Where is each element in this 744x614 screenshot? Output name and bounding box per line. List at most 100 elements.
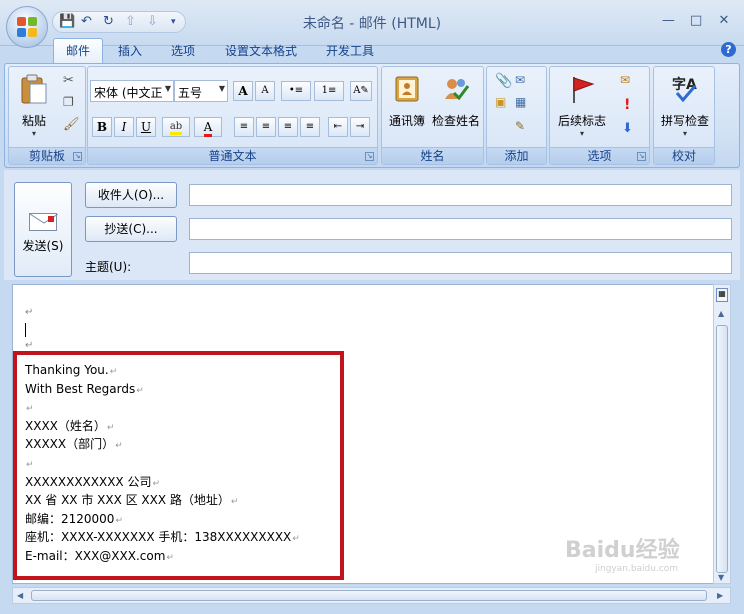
high-importance-icon[interactable]: ! — [624, 97, 640, 113]
window-title: 未命名 - 邮件 (HTML) — [302, 16, 442, 32]
address-book-icon — [395, 76, 419, 102]
group-names: 通讯簿 检查姓名 姓名 — [381, 66, 484, 165]
group-label-options: 选项 — [550, 147, 649, 164]
signature-line: With Best Regards↵ — [25, 381, 144, 396]
cc-button[interactable]: 抄送(C)... — [85, 216, 177, 242]
italic-button[interactable]: I — [114, 117, 134, 137]
subject-input[interactable] — [189, 252, 732, 274]
group-options: 后续标志 ▾ ✉ ! ⬇ 选项 ↘ — [549, 66, 650, 165]
paste-button[interactable]: 粘贴 ▾ — [15, 73, 53, 138]
bullets-button[interactable]: •≡ — [281, 81, 311, 101]
signature-highlight-box: Thanking You.↵ With Best Regards↵ ↵ XXXX… — [13, 351, 344, 580]
numbering-button[interactable]: 1≡ — [314, 81, 344, 101]
chevron-down-icon: ▼ — [218, 84, 225, 93]
subject-label: 主题(U): — [85, 260, 132, 274]
clipboard-launcher-icon[interactable]: ↘ — [73, 152, 82, 161]
group-proofing: 字A 拼写检查 ▾ 校对 — [653, 66, 715, 165]
low-importance-icon[interactable]: ⬇ — [622, 121, 638, 137]
vertical-scrollbar[interactable]: ▦ ▲ ▼ — [713, 284, 731, 584]
options-launcher-icon[interactable]: ↘ — [637, 152, 646, 161]
signature-line: 邮编：2120000↵ — [25, 511, 123, 526]
send-label: 发送(S) — [22, 239, 64, 253]
group-clipboard: 粘贴 ▾ ✂ ❐ 🖌 剪贴板 ↘ — [8, 66, 86, 165]
signature-icon[interactable]: ✎ — [515, 119, 531, 135]
ribbon: 粘贴 ▾ ✂ ❐ 🖌 剪贴板 ↘ 宋体 (中文正 ▼ 五号 ▼ A A •≡ 1… — [4, 63, 740, 168]
baidu-watermark: Baidu经验 jingyan.baidu.com — [565, 538, 680, 574]
spelling-check-icon: 字A — [672, 76, 697, 103]
spelling-label: 拼写检查 — [660, 114, 709, 128]
message-header: 发送(S) 收件人(O)... 抄送(C)... 主题(U): — [4, 170, 740, 280]
attach-file-icon[interactable]: 📎 — [495, 73, 512, 89]
grow-font-button[interactable]: A — [233, 81, 253, 101]
follow-up-button[interactable]: 后续标志 ▾ — [554, 73, 610, 138]
office-logo-icon — [17, 17, 37, 37]
help-icon[interactable]: ? — [721, 42, 736, 57]
chevron-down-icon: ▼ — [164, 84, 171, 93]
minimize-icon[interactable]: — — [656, 13, 680, 28]
text-cursor — [25, 323, 26, 337]
office-button[interactable] — [6, 6, 48, 48]
permission-icon[interactable]: ✉ — [620, 73, 636, 89]
window-controls: — □ ✕ — [656, 13, 736, 28]
horizontal-scroll-thumb[interactable] — [31, 590, 707, 601]
spelling-button[interactable]: 字A 拼写检查 ▾ — [656, 73, 714, 138]
copy-icon[interactable]: ❐ — [63, 95, 79, 111]
svg-text:字A: 字A — [672, 76, 697, 93]
signature-line: E-mail：XXX@XXX.com↵ — [25, 548, 174, 563]
justify-icon[interactable]: ≡ — [300, 117, 320, 137]
to-input[interactable] — [189, 184, 732, 206]
font-color-button[interactable]: A — [194, 117, 222, 137]
attach-item-icon[interactable]: ✉ — [515, 73, 531, 89]
tab-format-text[interactable]: 设置文本格式 — [225, 42, 297, 59]
align-center-icon[interactable]: ≡ — [256, 117, 276, 137]
font-size-combo[interactable]: 五号 ▼ — [174, 80, 228, 102]
styles-icon[interactable]: A✎ — [350, 81, 372, 101]
tab-insert[interactable]: 插入 — [118, 42, 142, 59]
underline-button[interactable]: U — [136, 117, 156, 137]
paste-icon — [21, 74, 47, 104]
business-card-icon[interactable]: ▣ — [495, 95, 511, 111]
flag-icon — [573, 77, 595, 103]
scroll-down-icon[interactable]: ▼ — [718, 573, 724, 582]
horizontal-scrollbar[interactable]: ◀ ▶ — [12, 587, 731, 604]
tab-developer[interactable]: 开发工具 — [326, 42, 374, 59]
scroll-left-icon[interactable]: ◀ — [17, 591, 23, 600]
shrink-font-button[interactable]: A — [255, 81, 275, 101]
signature-line: ↵ — [26, 404, 34, 415]
cut-icon[interactable]: ✂ — [63, 73, 79, 89]
signature-line: 座机：XXXX-XXXXXXX 手机：138XXXXXXXXX↵ — [25, 530, 300, 545]
align-left-icon[interactable]: ≡ — [234, 117, 254, 137]
vertical-scroll-thumb[interactable] — [716, 325, 728, 573]
format-painter-icon[interactable]: 🖌 — [63, 117, 80, 133]
calendar-icon[interactable]: ▦ — [515, 95, 531, 111]
decrease-indent-icon[interactable]: ⇤ — [328, 117, 348, 137]
group-label-names: 姓名 — [382, 147, 483, 164]
scroll-right-icon[interactable]: ▶ — [717, 591, 723, 600]
bold-button[interactable]: B — [92, 117, 112, 137]
align-right-icon[interactable]: ≡ — [278, 117, 298, 137]
signature-line: XX 省 XX 市 XXX 区 XXX 路（地址）↵ — [25, 493, 239, 508]
to-button[interactable]: 收件人(O)... — [85, 182, 177, 208]
increase-indent-icon[interactable]: ⇥ — [350, 117, 370, 137]
send-envelope-icon — [29, 213, 59, 231]
ruler-toggle-icon[interactable]: ▦ — [716, 288, 728, 302]
highlight-button[interactable]: ab — [162, 117, 190, 137]
scroll-up-icon[interactable]: ▲ — [718, 309, 724, 318]
tab-mail[interactable]: 邮件 — [53, 38, 104, 64]
close-icon[interactable]: ✕ — [712, 13, 736, 28]
address-book-button[interactable]: 通讯簿 — [385, 73, 429, 129]
check-names-icon — [445, 79, 470, 101]
signature-line: Thanking You.↵ — [25, 363, 118, 377]
group-label-proofing: 校对 — [654, 147, 714, 164]
maximize-icon[interactable]: □ — [684, 13, 708, 28]
group-label-basic-text: 普通文本 — [88, 147, 377, 164]
check-names-button[interactable]: 检查姓名 — [430, 73, 482, 129]
cc-input[interactable] — [189, 218, 732, 240]
basic-text-launcher-icon[interactable]: ↘ — [365, 152, 374, 161]
send-button[interactable]: 发送(S) — [14, 182, 72, 277]
group-label-add: 添加 — [487, 147, 546, 164]
font-name-combo[interactable]: 宋体 (中文正 ▼ — [90, 80, 174, 102]
tab-options[interactable]: 选项 — [171, 42, 195, 59]
font-name-value: 宋体 (中文正 — [94, 86, 163, 100]
signature-line: XXXXXXXXXXXX 公司↵ — [25, 474, 161, 489]
